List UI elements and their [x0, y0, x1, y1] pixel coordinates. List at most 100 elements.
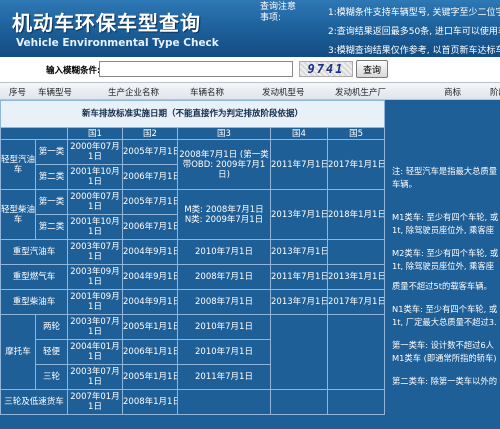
date-cell: [326, 389, 386, 415]
date-cell: 2006年7月1日: [122, 164, 178, 190]
date-line: N类: 2009年7月1日: [184, 214, 264, 225]
date-cell: 2006年1月1日: [122, 339, 178, 365]
stage-header: 国5: [326, 127, 386, 140]
date-cell: 2000年07月1日: [67, 139, 123, 165]
date-cell: 2005年1月1日: [122, 314, 178, 340]
date-cell: 2004年9月1日: [122, 289, 178, 315]
stage-header: 国3: [177, 127, 271, 140]
stage-header: 国1: [67, 127, 123, 140]
vehicle-subcategory: 第一类: [35, 139, 68, 165]
vehicle-subcategory: 两轮: [35, 314, 68, 340]
date-cell: 2008年7月1日: [177, 289, 271, 315]
page-title: 机动车环保车型查询: [12, 11, 201, 35]
table-caption: 新车排放标准实施日期（不能直接作为判定排放阶段依据）: [0, 100, 386, 128]
date-cell: 2004年9月1日: [122, 239, 178, 265]
date-cell: 2017年7月1日: [326, 289, 386, 315]
query-button[interactable]: 查询: [356, 60, 388, 78]
date-cell: 2018年1月1日: [326, 189, 386, 240]
date-cell: 2013年1月1日: [326, 264, 386, 290]
date-cell: M类: 2008年7月1日 N类: 2009年7月1日: [177, 189, 271, 240]
date-cell: 2010年7月1日: [177, 339, 271, 365]
note-line: 车辆。: [392, 179, 417, 189]
date-cell: [177, 389, 271, 415]
note-line: M1类车 (即通常所指的轿车): [392, 353, 497, 363]
date-cell: 2017年1月1日: [326, 139, 386, 190]
date-cell: 2000年07月1日: [67, 189, 123, 215]
date-cell: 2003年09月1日: [67, 264, 123, 290]
vehicle-subcategory: 第一类: [35, 189, 68, 215]
note-line: 1t, 厂定最大总质量不超过3.: [392, 317, 497, 327]
vehicle-category: 重型燃气车: [0, 264, 68, 290]
vehicle-subcategory: 轻便: [35, 339, 68, 365]
vehicle-class-note: 注: 轻型汽车是指最大总质量 车辆。 M1类车: 至少有四个车轮, 或 1t, …: [392, 100, 500, 429]
note-line: 第一类车: 设计数不超过6人: [392, 340, 494, 350]
vehicle-category: 三轮及低速货车: [0, 389, 68, 415]
vehicle-category: 轻型柴油车: [0, 189, 36, 240]
date-cell: 2008年7月1日: [177, 264, 271, 290]
notes-title: 查询注意事项:: [260, 2, 297, 23]
note-line: 第二类车: 除第一类车以外的: [392, 376, 497, 386]
note-line: M2类车: 至少有四个车轮, 或: [392, 248, 499, 258]
note-item: 2:查询结果返回最多50条, 进口车可以使用车辆: [328, 27, 500, 37]
column-header: 发动机生产厂: [335, 88, 387, 98]
date-cell: [326, 239, 386, 265]
date-cell: 2005年7月1日: [122, 139, 178, 165]
search-label: 输入模糊条件:: [46, 66, 101, 76]
date-cell: 2013年7月1日: [270, 189, 328, 240]
date-cell: 2011年7月1日: [270, 139, 328, 190]
date-cell: 2011年7月1日: [177, 364, 271, 390]
date-line: M类: 2008年7月1日: [184, 204, 264, 215]
note-line: 质量不超过5t的载客车辆。: [392, 281, 492, 291]
vehicle-subcategory: 第二类: [35, 164, 68, 190]
date-cell: 2008年7月1日 (第一类带OBD: 2009年7月1日): [177, 139, 271, 190]
date-cell: 2003年07月1日: [67, 314, 123, 340]
column-header: 商标: [444, 88, 462, 98]
note-line: N1类车: 至少有四个车轮, 或: [392, 304, 498, 314]
date-cell: [270, 314, 328, 390]
date-cell: [270, 389, 328, 415]
stage-header: 国2: [122, 127, 178, 140]
note-item: 1:模糊条件支持车辆型号, 关键字至少二位字符: [328, 8, 500, 18]
date-cell: 2004年01月1日: [67, 339, 123, 365]
date-cell: 2006年7月1日: [122, 214, 178, 240]
captcha-image: 9741: [299, 61, 353, 77]
column-header: 车辆名称: [190, 88, 225, 98]
date-cell: 2008年1月1日: [122, 389, 178, 415]
date-cell: 2001年09月1日: [67, 289, 123, 315]
note-line: M1类车: 至少有四个车轮, 或: [392, 212, 499, 222]
vehicle-subcategory: 第二类: [35, 214, 68, 240]
vehicle-category: 重型柴油车: [0, 289, 68, 315]
date-cell: 2005年1月1日: [122, 364, 178, 390]
date-cell: 2004年9月1日: [122, 264, 178, 290]
note-line: 注: 轻型汽车是指最大总质量: [392, 166, 497, 176]
column-header: 阶段: [490, 88, 500, 98]
date-cell: 2003年07月1日: [67, 239, 123, 265]
results-column-header: 序号 车辆型号 生产企业名称 车辆名称 发动机型号 发动机生产厂 商标 阶段: [0, 82, 500, 100]
vehicle-category: 重型汽油车: [0, 239, 68, 265]
vehicle-subcategory: 三轮: [35, 364, 68, 390]
date-cell: 2005年7月1日: [122, 189, 178, 215]
column-header: 生产企业名称: [108, 88, 160, 98]
date-cell: 2001年10月1日: [67, 164, 123, 190]
note-line: 1t, 除驾驶员座位外, 乘客座: [392, 261, 495, 271]
date-cell: 2013年7月1日: [270, 289, 328, 315]
stage-header: 国4: [270, 127, 328, 140]
date-cell: 2003年07月1日: [67, 364, 123, 390]
date-cell: 2001年10月1日: [67, 214, 123, 240]
column-header: 车辆型号: [38, 88, 73, 98]
date-cell: 2013年7月1日: [270, 239, 328, 265]
vehicle-category: 轻型汽油车: [0, 139, 36, 190]
note-line: 1t, 除驾驶员座位外, 乘客座: [392, 225, 495, 235]
page-subtitle: Vehicle Environmental Type Check: [16, 37, 219, 49]
header-banner: 机动车环保车型查询 Vehicle Environmental Type Che…: [0, 0, 500, 57]
table-corner: [0, 127, 68, 140]
search-bar: 输入模糊条件: 9741 查询: [0, 57, 500, 82]
note-item: 3:模糊查询结果仅作参考, 以首页新车达标车型: [328, 46, 500, 56]
date-cell: 2007年01月1日: [67, 389, 123, 415]
vehicle-category: 摩托车: [0, 314, 36, 390]
search-input[interactable]: [99, 61, 293, 77]
column-header: 发动机型号: [262, 88, 305, 98]
date-cell: [326, 314, 386, 390]
emission-standards-table: 新车排放标准实施日期（不能直接作为判定排放阶段依据） 国1 国2 国3 国4 国…: [0, 100, 386, 415]
column-header: 序号: [9, 88, 27, 98]
